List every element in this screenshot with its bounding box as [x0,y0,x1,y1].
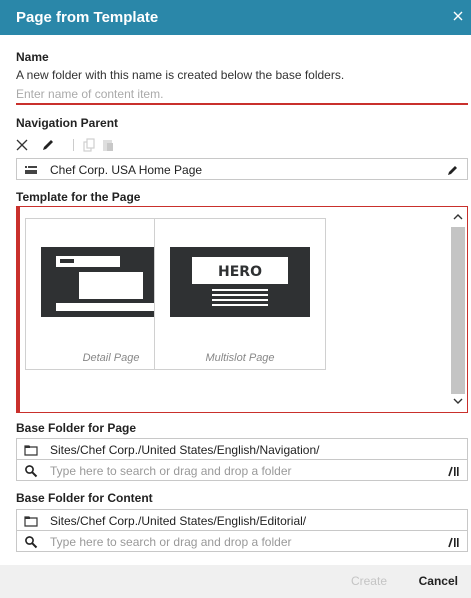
template-gallery: Detail Page HERO Multislot Page [16,206,468,413]
dialog-title: Page from Template [16,9,159,26]
hero-text: HERO [218,264,262,280]
name-hint: A new folder with this name is created b… [16,68,345,82]
base-folder-page-search[interactable]: Type here to search or drag and drop a f… [16,459,468,481]
base-folder-content-search[interactable]: Type here to search or drag and drop a f… [16,530,468,552]
search-icon [25,465,38,478]
scrollbar-thumb[interactable] [451,227,465,394]
name-label: Name [16,50,49,64]
template-card-multislot-page[interactable]: HERO Multislot Page [154,218,326,370]
folder-icon [24,445,38,456]
page-icon [25,166,37,174]
template-label: Template for the Page [16,190,141,204]
dialog-titlebar: Page from Template [0,0,471,35]
chevron-down-icon[interactable] [452,396,464,406]
library-icon[interactable] [446,464,460,478]
base-folder-page-label: Base Folder for Page [16,421,137,435]
cancel-button[interactable]: Cancel [419,574,458,588]
toolbar-divider [73,139,74,151]
library-icon[interactable] [446,535,460,549]
multislot-page-thumbnail: HERO [170,247,310,317]
base-folder-content-label: Base Folder for Content [16,491,153,505]
template-scrollbar[interactable] [449,207,467,412]
create-button[interactable]: Create [351,574,387,588]
base-folder-content-path-field[interactable]: Sites/Chef Corp./United States/English/E… [16,509,468,531]
template-card-caption: Multislot Page [205,352,275,364]
base-folder-content-path: Sites/Chef Corp./United States/English/E… [50,514,307,528]
search-icon [25,536,38,549]
base-folder-page-path: Sites/Chef Corp./United States/English/N… [50,443,320,457]
base-folder-page-path-field[interactable]: Sites/Chef Corp./United States/English/N… [16,438,468,460]
folder-icon [24,516,38,527]
base-folder-page-search-placeholder: Type here to search or drag and drop a f… [50,464,292,478]
close-icon[interactable] [451,9,465,23]
dialog-footer: Create Cancel [0,565,471,598]
navigation-parent-value: Chef Corp. USA Home Page [50,163,203,177]
edit-navigation-parent-icon[interactable] [446,163,460,177]
paste-icon[interactable] [100,137,116,153]
clear-icon[interactable] [14,137,30,153]
navigation-parent-label: Navigation Parent [16,116,119,130]
navigation-parent-field[interactable]: Chef Corp. USA Home Page [16,158,468,180]
name-input[interactable] [16,85,468,105]
base-folder-content-search-placeholder: Type here to search or drag and drop a f… [50,535,292,549]
navigation-toolbar [14,137,134,153]
chevron-up-icon[interactable] [452,212,464,222]
edit-icon[interactable] [40,137,56,153]
copy-icon[interactable] [81,137,97,153]
